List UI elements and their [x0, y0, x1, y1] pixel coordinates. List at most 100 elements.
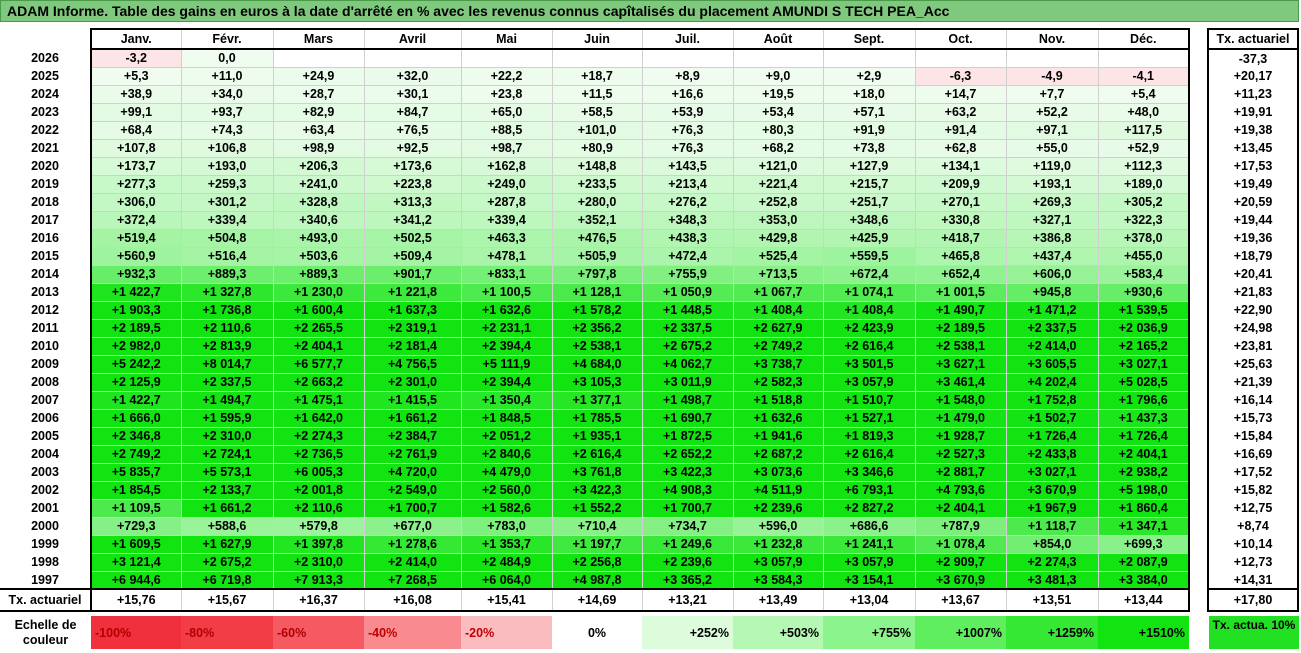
gain-cell: +92,5	[363, 138, 462, 158]
gain-cell: +6 005,3	[272, 462, 365, 482]
year-label: 1997	[0, 571, 92, 589]
gain-cell: +945,8	[1005, 282, 1099, 302]
year-row: 2017 +372,4 +339,4 +340,6 +341,2 +339,4 +352,1…	[0, 210, 1190, 230]
gain-cell: +173,6	[363, 156, 462, 176]
gain-cell: +3 761,8	[551, 462, 643, 482]
actuarial-rate-cell: +17,53	[1207, 157, 1299, 175]
gain-cell: +519,4	[90, 228, 182, 248]
gain-cell: +38,9	[90, 84, 182, 104]
gain-cell: +833,1	[460, 264, 553, 284]
gain-cell: +2 813,9	[180, 336, 274, 356]
gain-cell: +2 404,1	[272, 336, 365, 356]
gain-cell: +7 913,3	[272, 570, 365, 590]
gain-cell: +84,7	[363, 102, 462, 122]
gain-cell: +330,8	[914, 210, 1007, 230]
legend-swatch: +1259%	[1006, 616, 1098, 649]
year-row: 1998 +3 121,4 +2 675,2 +2 310,0 +2 414,0 +2 4…	[0, 552, 1190, 572]
gain-cell: +117,5	[1097, 120, 1190, 140]
gain-cell: +206,3	[272, 156, 365, 176]
gain-cell: +301,2	[180, 192, 274, 212]
gain-cell: +5 198,0	[1097, 480, 1190, 500]
gain-cell: +97,1	[1005, 120, 1099, 140]
total-rate-cell: +15,67	[180, 588, 274, 612]
gain-cell: +2 687,2	[732, 444, 824, 464]
gain-cell: +787,9	[914, 516, 1007, 536]
gain-cell: +3 670,9	[1005, 480, 1099, 500]
year-row: 2016 +519,4 +504,8 +493,0 +502,5 +463,3 +476,5…	[0, 228, 1190, 248]
gain-cell: +686,6	[822, 516, 916, 536]
total-rate-cell: +16,37	[272, 588, 365, 612]
gain-cell: +2 110,6	[272, 498, 365, 518]
gain-cell: +53,9	[641, 102, 734, 122]
gain-cell: +2 840,6	[460, 444, 553, 464]
gain-cell: +2 560,0	[460, 480, 553, 500]
gain-cell: +1 552,2	[551, 498, 643, 518]
gain-cell: +270,1	[914, 192, 1007, 212]
actuarial-rate-cell: +23,81	[1207, 337, 1299, 355]
gain-cell: +2 110,6	[180, 318, 274, 338]
gain-cell: +62,8	[914, 138, 1007, 158]
gain-cell: +1 327,8	[180, 282, 274, 302]
actuarial-rate-cell: +17,52	[1207, 463, 1299, 481]
gain-cell: +189,0	[1097, 174, 1190, 194]
gain-cell: +1 078,4	[914, 534, 1007, 554]
gain-cell: +339,4	[460, 210, 553, 230]
gain-cell: +1 632,6	[732, 408, 824, 428]
gain-cell: +1 100,5	[460, 282, 553, 302]
gain-cell: +1 197,7	[551, 534, 643, 554]
gain-cell: +74,3	[180, 120, 274, 140]
gain-cell: +68,4	[90, 120, 182, 140]
gain-cell: +1 752,8	[1005, 390, 1099, 410]
total-rate-cell: +15,76	[90, 588, 182, 612]
year-label: 2014	[0, 265, 92, 283]
gain-cell: +52,2	[1005, 102, 1099, 122]
gain-cell: +280,0	[551, 192, 643, 212]
gain-cell: +734,7	[641, 516, 734, 536]
gain-cell: +2 761,9	[363, 444, 462, 464]
year-label: 2004	[0, 445, 92, 463]
gain-cell: +1 785,5	[551, 408, 643, 428]
legend-swatch: -100%	[91, 616, 181, 649]
gain-cell: +6 793,1	[822, 480, 916, 500]
gain-cell: +148,8	[551, 156, 643, 176]
gain-cell: +1 397,8	[272, 534, 365, 554]
gain-cell: +3 670,9	[914, 570, 1007, 590]
year-row: 2003 +5 835,7 +5 573,1 +6 005,3 +4 720,0 +4 4…	[0, 462, 1190, 482]
gain-cell: +1 109,5	[90, 498, 182, 518]
gain-cell: +1 241,1	[822, 534, 916, 554]
total-rate-cell: +13,49	[732, 588, 824, 612]
gain-cell: +276,2	[641, 192, 734, 212]
month-header: Juil.	[641, 28, 734, 50]
gain-cell: +99,1	[90, 102, 182, 122]
gain-cell: +2 538,1	[914, 336, 1007, 356]
gain-cell: +2 265,5	[272, 318, 365, 338]
gain-cell: +2 549,0	[363, 480, 462, 500]
gain-cell: +2 527,3	[914, 444, 1007, 464]
gain-cell: +1 479,0	[914, 408, 1007, 428]
actuarial-rate-cell: +12,75	[1207, 499, 1299, 517]
total-rate-cell: +14,69	[551, 588, 643, 612]
gain-cell: +1 661,2	[363, 408, 462, 428]
gain-cell: +2 827,2	[822, 498, 916, 518]
gain-cell: +783,0	[460, 516, 553, 536]
gain-cell: +3 011,9	[641, 372, 734, 392]
gain-cell: +1 935,1	[551, 426, 643, 446]
gain-cell: +1 860,4	[1097, 498, 1190, 518]
gain-cell: +1 726,4	[1097, 426, 1190, 446]
gain-cell: +1 595,9	[180, 408, 274, 428]
actuarial-rate-cell: -37,3	[1207, 49, 1299, 67]
gain-cell: +5 242,2	[90, 354, 182, 374]
year-label: 2016	[0, 229, 92, 247]
gain-cell: +3 627,1	[914, 354, 1007, 374]
gain-cell: +93,7	[180, 102, 274, 122]
gain-cell: +52,9	[1097, 138, 1190, 158]
gain-cell: +1 637,3	[363, 300, 462, 320]
gain-cell: +3 584,3	[732, 570, 824, 590]
year-label: 1998	[0, 553, 92, 571]
gain-cell: +1 498,7	[641, 390, 734, 410]
legend-swatch: +1007%	[915, 616, 1006, 649]
empty-cell	[1005, 48, 1099, 68]
gain-cell: +797,8	[551, 264, 643, 284]
gain-cell: +63,4	[272, 120, 365, 140]
gain-cell: +1 518,8	[732, 390, 824, 410]
